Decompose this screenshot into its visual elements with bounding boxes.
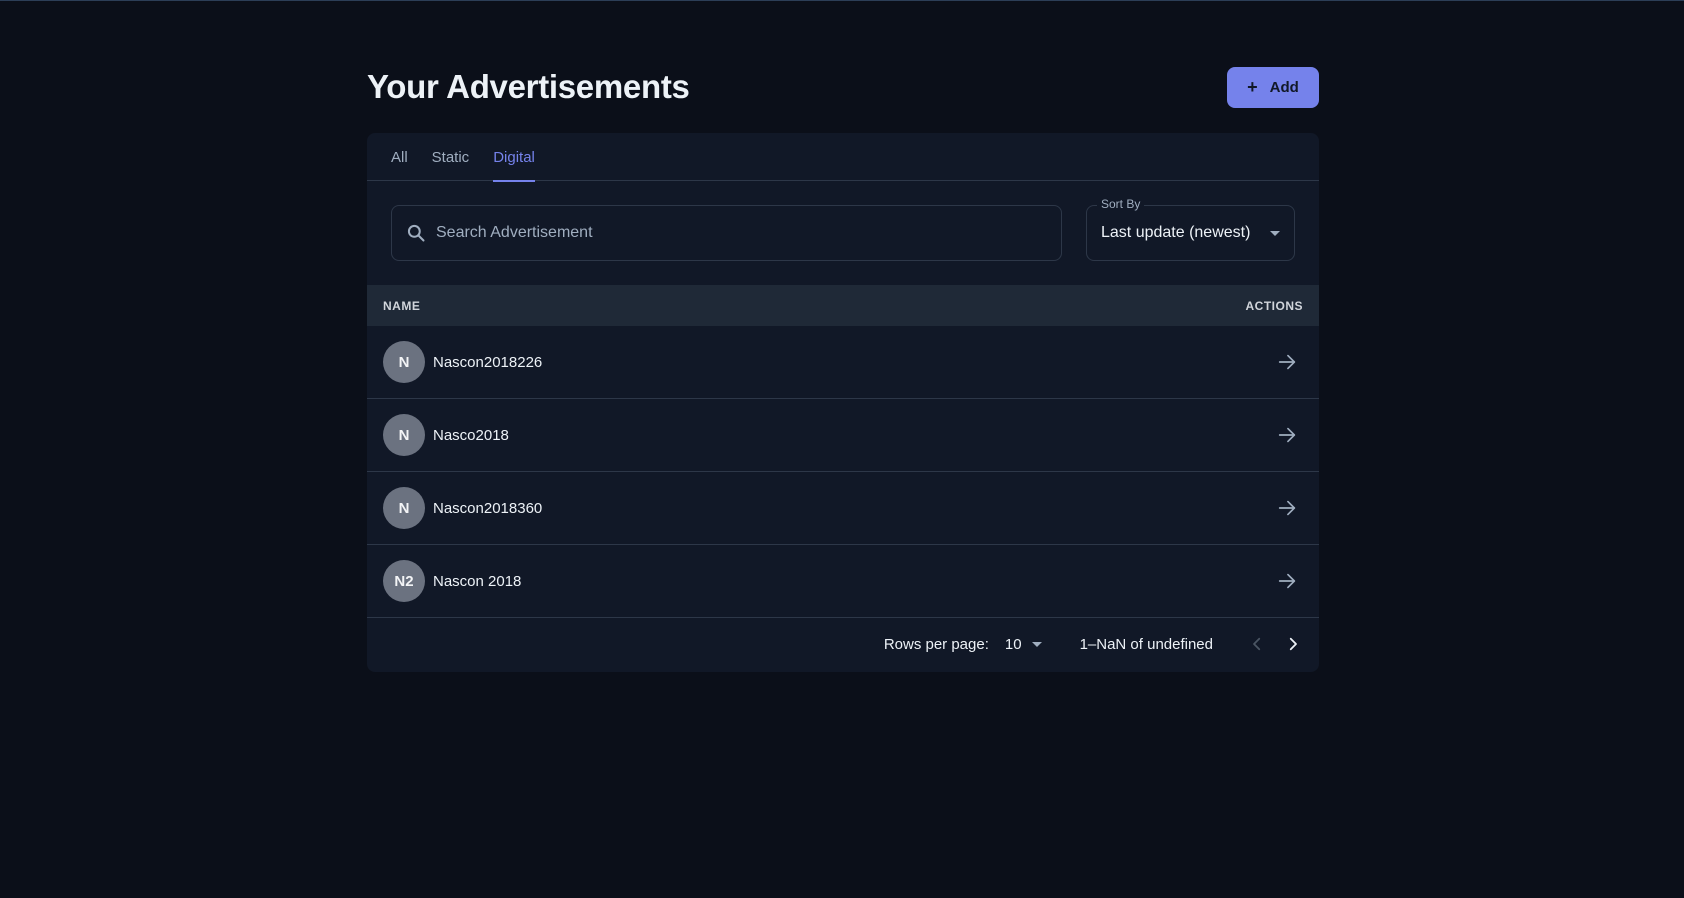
column-header-actions: ACTIONS — [1245, 298, 1303, 313]
row-action-button[interactable] — [1271, 492, 1303, 524]
plus-icon: + — [1247, 77, 1258, 97]
search-icon — [406, 223, 426, 243]
chevron-down-icon — [1270, 230, 1280, 236]
table-row: N Nascon2018226 — [367, 326, 1319, 399]
sort-value: Last update (newest) — [1101, 224, 1251, 241]
table-row: N2 Nascon 2018 — [367, 545, 1319, 618]
page-header: Your Advertisements + Add — [367, 64, 1319, 110]
sort-select[interactable]: Sort By Last update (newest) — [1086, 197, 1295, 261]
chevron-right-icon — [1289, 637, 1297, 651]
tab-bar: All Static Digital — [367, 133, 1319, 182]
rows-per-page-value: 10 — [1004, 635, 1022, 653]
row-action-button[interactable] — [1271, 419, 1303, 451]
row-info: N2 Nascon 2018 — [383, 560, 521, 602]
row-name[interactable]: Nasco2018 — [433, 427, 509, 444]
tab-digital[interactable]: Digital — [493, 133, 535, 182]
next-page-button[interactable] — [1275, 626, 1311, 662]
arrow-right-icon — [1278, 427, 1296, 443]
pagination-range: 1–NaN of undefined — [1079, 635, 1213, 653]
filter-bar: Sort By Last update (newest) — [367, 181, 1319, 285]
row-info: N Nascon2018226 — [383, 341, 542, 383]
chevron-down-icon — [1031, 641, 1042, 647]
avatar: N — [383, 414, 425, 456]
row-info: N Nascon2018360 — [383, 487, 542, 529]
avatar: N — [383, 341, 425, 383]
table-row: N Nascon2018360 — [367, 472, 1319, 545]
search-input[interactable] — [436, 224, 1061, 242]
row-name[interactable]: Nascon2018360 — [433, 500, 542, 517]
row-action-button[interactable] — [1271, 346, 1303, 378]
search-box[interactable] — [391, 205, 1062, 261]
previous-page-button[interactable] — [1239, 626, 1275, 662]
tab-static[interactable]: Static — [432, 133, 470, 181]
row-action-button[interactable] — [1271, 565, 1303, 597]
avatar: N — [383, 487, 425, 529]
row-name[interactable]: Nascon2018226 — [433, 354, 542, 371]
rows-per-page-label: Rows per page: — [883, 635, 989, 653]
column-header-name: NAME — [383, 298, 421, 313]
arrow-right-icon — [1278, 500, 1296, 516]
pagination-bar: Rows per page: 10 1–NaN of undefined — [367, 618, 1319, 670]
add-button-label: Add — [1269, 78, 1299, 96]
advertisements-card: All Static Digital Sort By Last update (… — [367, 133, 1319, 672]
avatar: N2 — [383, 560, 425, 602]
table-row: N Nasco2018 — [367, 399, 1319, 472]
sort-label: Sort By — [1097, 197, 1145, 211]
arrow-right-icon — [1278, 573, 1296, 589]
arrow-right-icon — [1278, 354, 1296, 370]
rows-per-page-select[interactable]: 10 — [1005, 636, 1042, 653]
page-title: Your Advertisements — [367, 68, 690, 105]
row-info: N Nasco2018 — [383, 414, 509, 456]
tab-all[interactable]: All — [391, 133, 408, 181]
table-header: NAME ACTIONS — [367, 285, 1319, 326]
row-name[interactable]: Nascon 2018 — [433, 573, 521, 590]
top-border-line — [0, 0, 1684, 1]
chevron-left-icon — [1253, 637, 1261, 651]
add-button[interactable]: + Add — [1227, 66, 1319, 108]
